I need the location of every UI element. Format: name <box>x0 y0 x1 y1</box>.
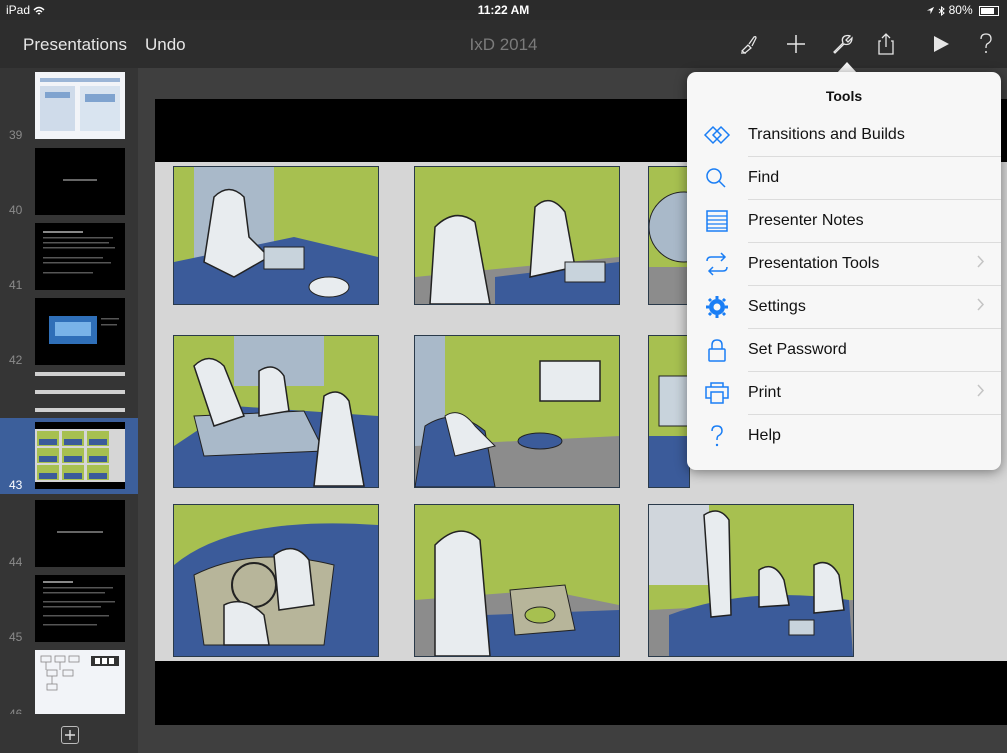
menu-item-settings[interactable]: Settings <box>687 286 1001 329</box>
menu-item-label: Find <box>748 169 780 186</box>
slide-thumbnail-42[interactable]: 42 <box>0 292 138 367</box>
slide-number: 45 <box>9 630 23 644</box>
slide-bottom-band <box>155 661 1007 725</box>
collapsed-slide-divider <box>35 408 125 412</box>
search-icon <box>703 166 731 190</box>
chevron-right-icon <box>977 298 985 316</box>
battery-percent: 80% <box>948 3 973 17</box>
slide-thumbnail-40[interactable]: 40 <box>0 142 138 217</box>
menu-item-find[interactable]: Find <box>687 157 1001 200</box>
help-icon <box>703 424 731 448</box>
storyboard-panel-9 <box>648 504 854 657</box>
menu-item-label: Presentation Tools <box>748 255 880 272</box>
menu-item-label: Settings <box>748 298 806 315</box>
play-button[interactable] <box>925 30 957 58</box>
slide-number: 39 <box>9 128 23 142</box>
status-right: 80% <box>926 3 999 17</box>
slide-preview <box>35 72 125 139</box>
menu-item-set-password[interactable]: Set Password <box>687 329 1001 372</box>
share-button[interactable] <box>870 30 902 58</box>
storyboard-panel-5 <box>414 335 620 488</box>
slide-number: 43 <box>9 478 23 492</box>
slide-number: 41 <box>9 278 23 292</box>
menu-item-label: Transitions and Builds <box>748 126 905 143</box>
chevron-right-icon <box>977 255 985 273</box>
storyboard-panel-6 <box>648 335 690 488</box>
presentation-tools-icon <box>703 252 731 276</box>
slide-thumbnail-39[interactable]: 39 <box>0 68 138 142</box>
question-icon <box>980 33 992 53</box>
slide-thumbnail-46[interactable]: 46 <box>0 644 138 721</box>
share-icon <box>878 33 894 55</box>
tools-popover: Tools Transitions and Builds Find Presen… <box>687 72 1001 470</box>
slide-number: 40 <box>9 203 23 217</box>
slide-preview <box>35 500 125 567</box>
menu-item-help[interactable]: Help <box>687 415 1001 458</box>
status-time: 11:22 AM <box>477 3 530 17</box>
chevron-right-icon <box>977 384 985 402</box>
menu-item-presenter-notes[interactable]: Presenter Notes <box>687 200 1001 243</box>
menu-item-label: Presenter Notes <box>748 212 864 229</box>
storyboard-panel-4 <box>173 335 379 488</box>
menu-item-transitions-and-builds[interactable]: Transitions and Builds <box>687 114 1001 157</box>
slide-navigator: 39 40 41 42 43 44 45 <box>0 68 138 753</box>
menu-item-presentation-tools[interactable]: Presentation Tools <box>687 243 1001 286</box>
menu-item-label: Help <box>748 427 781 444</box>
notes-icon <box>703 209 731 233</box>
storyboard-panel-1 <box>173 166 379 305</box>
slide-thumbnail-45[interactable]: 45 <box>0 569 138 644</box>
slide-preview <box>35 422 125 489</box>
popover-title: Tools <box>825 88 863 104</box>
plus-icon <box>65 730 75 740</box>
add-slide-button[interactable] <box>61 726 79 744</box>
status-bar: iPad 11:22 AM 80% <box>0 0 1007 20</box>
add-button[interactable] <box>780 30 812 58</box>
slide-preview <box>35 298 125 365</box>
battery-icon <box>979 5 999 16</box>
collapsed-slide-divider <box>35 372 125 376</box>
slide-thumbnail-41[interactable]: 41 <box>0 217 138 292</box>
plus-icon <box>787 35 805 53</box>
slide-preview <box>35 223 125 290</box>
help-button[interactable] <box>970 30 1002 58</box>
slide-preview <box>35 575 125 642</box>
slide-thumbnail-43[interactable]: 43 <box>0 418 138 494</box>
transitions-icon <box>703 123 731 147</box>
storyboard-panel-7 <box>173 504 379 657</box>
menu-item-print[interactable]: Print <box>687 372 1001 415</box>
bluetooth-icon <box>938 5 946 16</box>
storyboard-panel-3 <box>648 166 690 305</box>
collapsed-slide-divider <box>35 390 125 394</box>
slide-number: 42 <box>9 353 23 367</box>
menu-item-label: Print <box>748 384 781 401</box>
printer-icon <box>703 381 731 405</box>
play-icon <box>934 36 949 52</box>
slide-preview <box>35 148 125 215</box>
storyboard-panel-8 <box>414 504 620 657</box>
slide-number: 44 <box>9 555 23 569</box>
wrench-icon <box>833 34 853 54</box>
slide-preview <box>35 650 125 717</box>
location-arrow-icon <box>926 7 935 15</box>
tools-button[interactable] <box>826 30 858 58</box>
gear-icon <box>703 295 731 319</box>
toolbar: Presentations Undo IxD 2014 <box>0 20 1007 68</box>
menu-item-label: Set Password <box>748 341 847 358</box>
format-brush-button[interactable] <box>733 30 765 58</box>
lock-icon <box>703 338 731 362</box>
paintbrush-icon <box>740 36 757 54</box>
slide-thumbnail-44[interactable]: 44 <box>0 494 138 569</box>
storyboard-panel-2 <box>414 166 620 305</box>
